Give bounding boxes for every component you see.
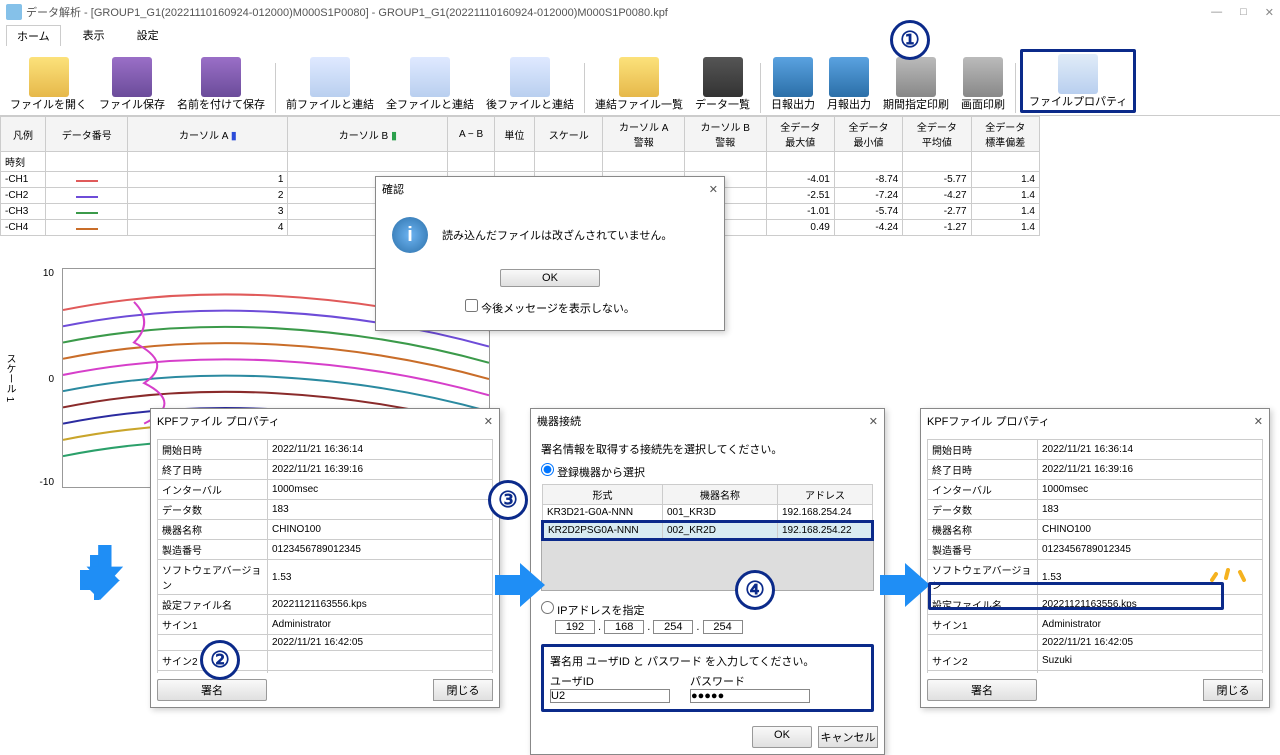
data-list-button[interactable]: データ一覧 bbox=[689, 55, 756, 113]
arrow-icon bbox=[84, 545, 134, 595]
maximize-icon[interactable]: □ bbox=[1240, 6, 1247, 19]
sign-button[interactable]: 署名 bbox=[927, 679, 1037, 701]
dialog-title: 機器接続 bbox=[537, 413, 581, 429]
close-button[interactable]: 閉じる bbox=[1203, 679, 1263, 701]
ok-button[interactable]: OK bbox=[752, 726, 812, 748]
save-as-button[interactable]: 名前を付けて保存 bbox=[171, 55, 271, 113]
arrow-right-icon bbox=[495, 560, 545, 610]
file-properties-button[interactable]: ファイルプロパティ bbox=[1020, 49, 1136, 113]
y-axis-label: スケール 1 bbox=[2, 354, 17, 402]
confirm-message: 読み込んだファイルは改ざんされていません。 bbox=[442, 227, 672, 243]
minimize-icon[interactable]: — bbox=[1211, 6, 1222, 19]
ip-octet-1[interactable] bbox=[604, 620, 644, 634]
annotation-circle-1: ① bbox=[890, 20, 930, 60]
user-id-input[interactable] bbox=[550, 689, 670, 703]
link-all-button[interactable]: 全ファイルと連結 bbox=[380, 55, 480, 113]
close-icon[interactable]: ✕ bbox=[709, 183, 718, 196]
confirm-title: 確認 bbox=[382, 181, 404, 197]
open-file-button[interactable]: ファイルを開く bbox=[4, 55, 93, 113]
dialog-title: KPFファイル プロパティ bbox=[157, 413, 280, 429]
password-input[interactable] bbox=[690, 689, 810, 703]
tab-settings[interactable]: 設定 bbox=[127, 25, 169, 45]
app-icon bbox=[6, 4, 22, 20]
ip-octet-2[interactable] bbox=[653, 620, 693, 634]
menubar: ホーム 表示 設定 bbox=[0, 24, 1280, 46]
tab-view[interactable]: 表示 bbox=[73, 25, 115, 45]
annotation-circle-4: ④ bbox=[735, 570, 775, 610]
device-connect-dialog: 機器接続 ✕ 署名情報を取得する接続先を選択してください。 登録機器から選択 形式… bbox=[530, 408, 885, 755]
tab-home[interactable]: ホーム bbox=[6, 25, 61, 46]
close-icon[interactable]: ✕ bbox=[869, 415, 878, 428]
device-row[interactable]: KR3D21-G0A-NNN001_KR3D192.168.254.24 bbox=[543, 505, 873, 522]
period-print-button[interactable]: 期間指定印刷 bbox=[877, 55, 955, 113]
close-icon[interactable]: ✕ bbox=[1265, 6, 1274, 19]
ok-button[interactable]: OK bbox=[500, 269, 600, 287]
cancel-button[interactable]: キャンセル bbox=[818, 726, 878, 748]
opt-ip[interactable]: IPアドレスを指定 bbox=[541, 601, 874, 618]
screen-print-button[interactable]: 画面印刷 bbox=[955, 55, 1011, 113]
ribbon-toolbar: ファイルを開く ファイル保存 名前を付けて保存 前ファイルと連結 全ファイルと連… bbox=[0, 46, 1280, 116]
sign-button[interactable]: 署名 bbox=[157, 679, 267, 701]
arrow-right-icon bbox=[880, 560, 930, 610]
cred-lead: 署名用 ユーザID と パスワード を入力してください。 bbox=[550, 653, 865, 669]
close-icon[interactable]: ✕ bbox=[484, 415, 493, 428]
device-row-selected[interactable]: KR2D2PSG0A-NNN002_KR2D192.168.254.22 bbox=[543, 522, 873, 540]
monthly-report-button[interactable]: 月報出力 bbox=[821, 55, 877, 113]
link-next-button[interactable]: 後ファイルと連結 bbox=[480, 55, 580, 113]
save-file-button[interactable]: ファイル保存 bbox=[93, 55, 171, 113]
info-icon: i bbox=[392, 217, 428, 253]
device-table: 形式機器名称アドレス KR3D21-G0A-NNN001_KR3D192.168… bbox=[541, 484, 874, 541]
close-icon[interactable]: ✕ bbox=[1254, 415, 1263, 428]
sparkle-icon bbox=[1210, 552, 1250, 582]
close-button[interactable]: 閉じる bbox=[433, 679, 493, 701]
annotation-circle-2: ② bbox=[200, 640, 240, 680]
opt-registered[interactable]: 登録機器から選択 bbox=[541, 467, 645, 479]
link-prev-button[interactable]: 前ファイルと連結 bbox=[280, 55, 380, 113]
connect-lead: 署名情報を取得する接続先を選択してください。 bbox=[541, 441, 874, 457]
ip-octet-3[interactable] bbox=[703, 620, 743, 634]
window-title: データ解析 - [GROUP1_G1(20221110160924-012000… bbox=[26, 4, 668, 20]
annotation-circle-3: ③ bbox=[488, 480, 528, 520]
window-titlebar: データ解析 - [GROUP1_G1(20221110160924-012000… bbox=[0, 0, 1280, 24]
linked-list-button[interactable]: 連結ファイル一覧 bbox=[589, 55, 689, 113]
suppress-checkbox[interactable]: 今後メッセージを表示しない。 bbox=[465, 303, 635, 315]
confirm-dialog: 確認 ✕ i 読み込んだファイルは改ざんされていません。 OK 今後メッセージを表… bbox=[375, 176, 725, 331]
dialog-title: KPFファイル プロパティ bbox=[927, 413, 1050, 429]
ip-octet-0[interactable] bbox=[555, 620, 595, 634]
daily-report-button[interactable]: 日報出力 bbox=[765, 55, 821, 113]
